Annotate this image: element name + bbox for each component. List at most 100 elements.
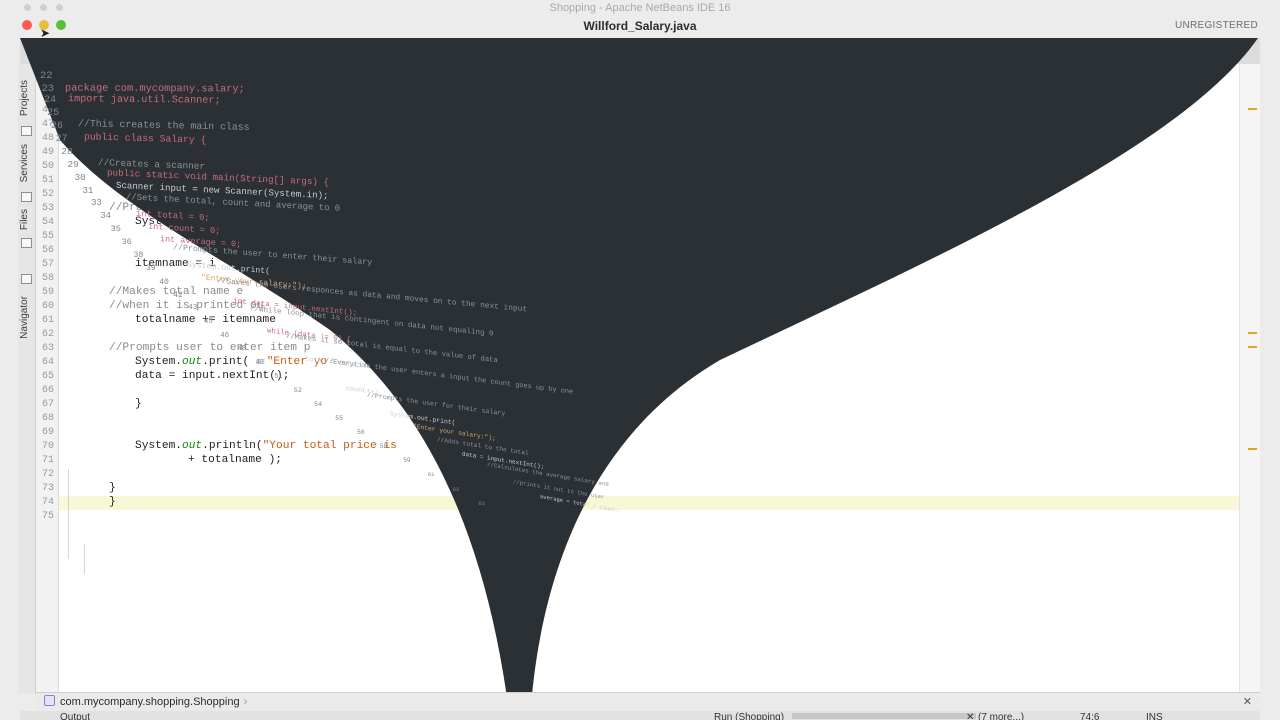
line-number: 58 [41, 273, 54, 284]
line-number: 74 [41, 497, 54, 508]
code-line[interactable]: } [59, 496, 1239, 510]
line-number: 57 [41, 259, 54, 270]
code-text: System [135, 216, 176, 228]
warning-mark[interactable] [1248, 108, 1257, 110]
code-line[interactable]: totalname += itemname [59, 314, 1239, 328]
code-line[interactable]: //Makes total name e [59, 286, 1239, 300]
code-line[interactable] [59, 132, 1239, 146]
code-token: "Your total price is [262, 440, 397, 452]
tab-scroll-arrows-icon[interactable]: ◀▶ [27, 44, 43, 53]
sidebar-item-navigator[interactable]: Navigator [19, 296, 30, 339]
code-comment: //when it is printed ou [109, 300, 264, 312]
line-number: 66 [41, 385, 54, 396]
sidebar-item-services[interactable]: Services [19, 144, 30, 182]
cancel-task-icon[interactable]: ✕ [966, 712, 974, 720]
fold-guide [68, 469, 69, 559]
code-line[interactable] [59, 76, 1239, 90]
window-titlebar: Shopping - Apache NetBeans IDE 16 Willfo… [0, 0, 1280, 40]
code-statement: System.out.print( s:"Enter yo [135, 356, 327, 368]
more-tasks-link[interactable]: (7 more...) [978, 712, 1024, 720]
code-line[interactable]: //Promp [59, 202, 1239, 216]
code-line[interactable] [59, 244, 1239, 258]
code-line[interactable]: } [59, 482, 1239, 496]
tab-close-icon[interactable] [201, 50, 207, 56]
line-number: 51 [41, 175, 54, 186]
editor-tab-bar: ◀▶ Willford_Salary.java +▾ [20, 38, 1260, 65]
code-line[interactable] [59, 468, 1239, 482]
code-token: out [182, 356, 203, 368]
close-icon[interactable]: ✕ [1243, 695, 1252, 708]
code-line[interactable]: + totalname ); [59, 454, 1239, 468]
code-line[interactable] [59, 104, 1239, 118]
code-line[interactable] [59, 188, 1239, 202]
line-number: 70 [41, 441, 54, 452]
code-line[interactable] [59, 230, 1239, 244]
breadcrumb[interactable]: com.mycompany.shopping.Shopping › [44, 695, 247, 708]
code-text: + totalname ); [188, 454, 282, 466]
line-number: 49 [41, 147, 54, 158]
code-line[interactable]: itemname = i [59, 258, 1239, 272]
code-line[interactable] [59, 272, 1239, 286]
warning-mark[interactable] [1248, 332, 1257, 334]
code-comment: //Promp [109, 202, 156, 214]
code-line[interactable]: data = input.nextInt(); [59, 370, 1239, 384]
code-line[interactable] [59, 510, 1239, 524]
line-number: 46 [41, 105, 54, 116]
code-line[interactable] [59, 174, 1239, 188]
run-task-label: Run (Shopping) [714, 712, 785, 720]
code-editor[interactable]: //Promp System itemname = i //Makes total n… [59, 64, 1239, 694]
line-number: 67 [41, 399, 54, 410]
sidebar-item-projects[interactable]: Projects [19, 80, 30, 116]
line-number: 69 [41, 427, 54, 438]
line-number: 68 [41, 413, 54, 424]
error-stripe [1239, 64, 1260, 694]
code-line[interactable] [59, 384, 1239, 398]
code-line[interactable] [59, 328, 1239, 342]
bottom-status-bar: Output Run (Shopping) ✕ (7 more...) 74:6… [20, 711, 1260, 720]
code-line[interactable]: System.out.print( s:"Enter yo [59, 356, 1239, 370]
class-icon [44, 695, 55, 706]
line-number: 61 [41, 315, 54, 326]
code-token: out [182, 440, 203, 452]
line-number: 44 [41, 77, 54, 88]
navigator-icon [21, 274, 32, 284]
caret-position: 74:6 [1080, 712, 1100, 720]
window-file-title: Willford_Salary.java [583, 19, 697, 33]
tab-label: Willford_Salary.java [63, 46, 151, 57]
code-text: } [135, 398, 142, 410]
insert-mode: INS [1146, 712, 1163, 720]
code-token: "Enter yo [266, 356, 328, 368]
line-number: 48 [41, 133, 54, 144]
code-line[interactable] [59, 426, 1239, 440]
line-number: 59 [41, 287, 54, 298]
code-line[interactable] [59, 146, 1239, 160]
tab-willford-salary[interactable]: Willford_Salary.java [56, 40, 218, 65]
line-number: 47 [41, 119, 54, 130]
line-number: 62 [41, 329, 54, 340]
warning-mark[interactable] [1248, 448, 1257, 450]
code-text: } [109, 496, 116, 508]
breadcrumb-label: com.mycompany.shopping.Shopping [60, 696, 240, 708]
code-text: } [109, 482, 116, 494]
line-number: 75 [41, 511, 54, 522]
code-line[interactable]: } [59, 398, 1239, 412]
code-line[interactable] [59, 90, 1239, 104]
code-line[interactable]: System [59, 216, 1239, 230]
warning-mark[interactable] [1248, 346, 1257, 348]
editor-breadcrumb-bar: com.mycompany.shopping.Shopping › ✕ [36, 692, 1260, 711]
code-line[interactable] [59, 118, 1239, 132]
line-number: 56 [41, 245, 54, 256]
code-statement: System.out.println("Your total price is [135, 440, 397, 452]
code-line[interactable]: //when it is printed ou [59, 300, 1239, 314]
code-token: .print( [202, 356, 256, 368]
code-line[interactable] [59, 160, 1239, 174]
code-line[interactable] [59, 412, 1239, 426]
projects-icon [21, 126, 32, 136]
line-number: 55 [41, 231, 54, 242]
tab-menu-icon[interactable]: +▾ [1227, 43, 1250, 54]
code-line[interactable]: System.out.println("Your total price is [59, 440, 1239, 454]
code-line[interactable]: //Prompts user to enter item p [59, 342, 1239, 356]
sidebar-item-files[interactable]: Files [19, 209, 30, 230]
output-tab[interactable]: Output [60, 712, 90, 720]
line-number: 72 [41, 469, 54, 480]
